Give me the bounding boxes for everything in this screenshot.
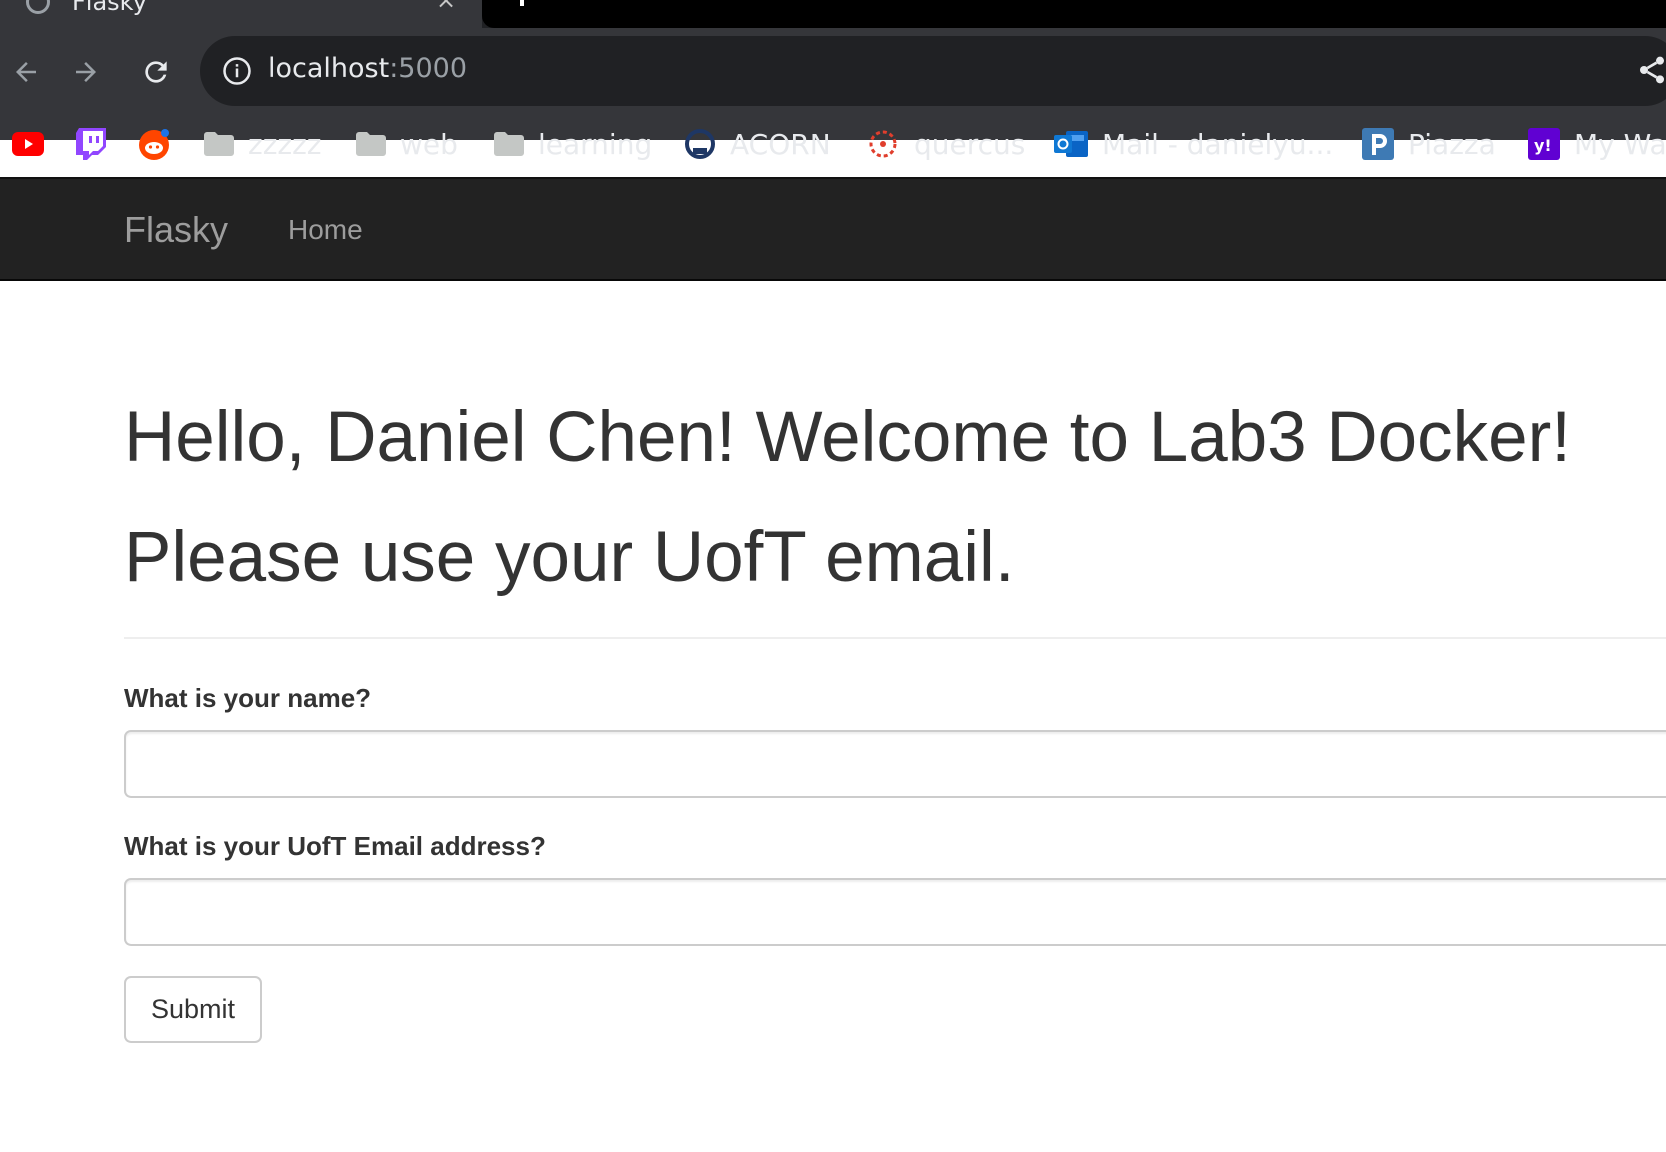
acorn-icon [685, 129, 715, 159]
browser-tab-strip: Flasky × [0, 0, 1666, 28]
reddit-icon [139, 129, 169, 160]
name-field-label: What is your name? [124, 683, 372, 713]
folder-icon [494, 132, 524, 156]
folder-icon [204, 132, 234, 156]
folder-icon [356, 132, 386, 156]
twitch-icon [76, 128, 106, 160]
browser-toolbar: localhost:5000 zzzzz web learning ACORN … [0, 28, 1666, 161]
tab-title: Flasky [72, 0, 147, 16]
bookmark-folder-zzzzz[interactable]: zzzzz [204, 124, 322, 164]
yahoo-icon: y! [1528, 128, 1560, 160]
bookmarks-bar: zzzzz web learning ACORN quercus Mail - … [0, 112, 1666, 176]
name-input[interactable] [124, 730, 1666, 798]
quercus-icon [869, 130, 897, 158]
reload-icon [145, 61, 167, 83]
bookmark-folder-web[interactable]: web [356, 124, 458, 164]
outlook-icon [1054, 131, 1088, 157]
heading-divider [124, 637, 1666, 639]
piazza-icon [1362, 128, 1394, 160]
bookmark-yahoo[interactable]: y! My Wa [1528, 124, 1666, 164]
bookmark-reddit[interactable] [138, 124, 186, 164]
youtube-icon [12, 132, 44, 156]
url-port: :5000 [389, 53, 468, 84]
bookmark-quercus[interactable]: quercus [866, 124, 1025, 164]
url-host: localhost [268, 53, 390, 84]
url-text[interactable]: localhost:5000 [268, 53, 467, 84]
new-tab-area [482, 0, 1666, 28]
new-tab-icon[interactable] [520, 0, 524, 6]
submit-button[interactable]: Submit [124, 976, 262, 1043]
address-bar[interactable]: localhost:5000 [200, 36, 1666, 106]
bookmark-twitch[interactable] [76, 124, 120, 164]
navbar-brand[interactable]: Flasky [124, 209, 228, 251]
tab-close-icon[interactable]: × [436, 0, 456, 14]
forward-button[interactable] [66, 52, 106, 92]
reload-button[interactable] [136, 52, 176, 92]
bookmark-folder-learning[interactable]: learning [494, 124, 652, 164]
back-button[interactable] [6, 52, 46, 92]
bookmark-acorn[interactable]: ACORN [684, 124, 831, 164]
arrow-left-icon [16, 62, 36, 82]
email-input[interactable] [124, 878, 1666, 946]
email-field-label: What is your UofT Email address? [124, 831, 546, 861]
browser-tab-active[interactable]: Flasky × [0, 0, 482, 28]
arrow-right-icon [76, 62, 96, 82]
page-heading-instruction: Please use your UofT email. [124, 518, 1015, 597]
bookmark-outlook-mail[interactable]: Mail - danielyu... [1054, 124, 1333, 164]
svg-text:y!: y! [1534, 136, 1552, 155]
info-icon[interactable] [222, 56, 252, 86]
share-icon[interactable] [1636, 54, 1666, 86]
globe-icon [26, 0, 50, 14]
nav-link-home[interactable]: Home [288, 214, 363, 246]
bookmark-piazza[interactable]: Piazza [1362, 124, 1496, 164]
bookmark-youtube[interactable] [12, 124, 58, 164]
page-heading-greeting: Hello, Daniel Chen! Welcome to Lab3 Dock… [124, 398, 1572, 477]
site-navbar: Flasky Home [0, 179, 1666, 281]
